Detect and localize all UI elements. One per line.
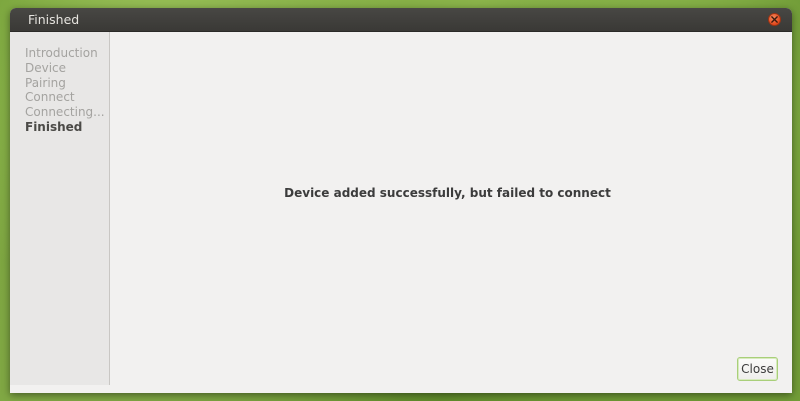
- step-pairing: Pairing: [25, 75, 66, 90]
- close-button[interactable]: Close: [737, 357, 778, 381]
- step-connect: Connect: [25, 90, 75, 105]
- step-introduction: Introduction: [25, 46, 98, 60]
- wizard-window: Finished Introduction Device Pairing Con…: [10, 8, 792, 393]
- window-title: Finished: [28, 12, 80, 27]
- status-message: Device added successfully, but failed to…: [284, 186, 611, 200]
- step-connecting: Connecting...: [25, 105, 105, 120]
- close-icon: [771, 16, 778, 23]
- step-device: Device: [25, 60, 67, 75]
- step-finished: Finished: [25, 119, 83, 134]
- wizard-content: Device added successfully, but failed to…: [111, 32, 792, 393]
- window-titlebar[interactable]: Finished: [10, 8, 792, 32]
- window-close-button[interactable]: [768, 13, 781, 26]
- wizard-steps-sidebar: Introduction Device Pairing Connect Conn…: [10, 32, 110, 385]
- steps-list: Introduction Device Pairing Connect Conn…: [10, 32, 109, 135]
